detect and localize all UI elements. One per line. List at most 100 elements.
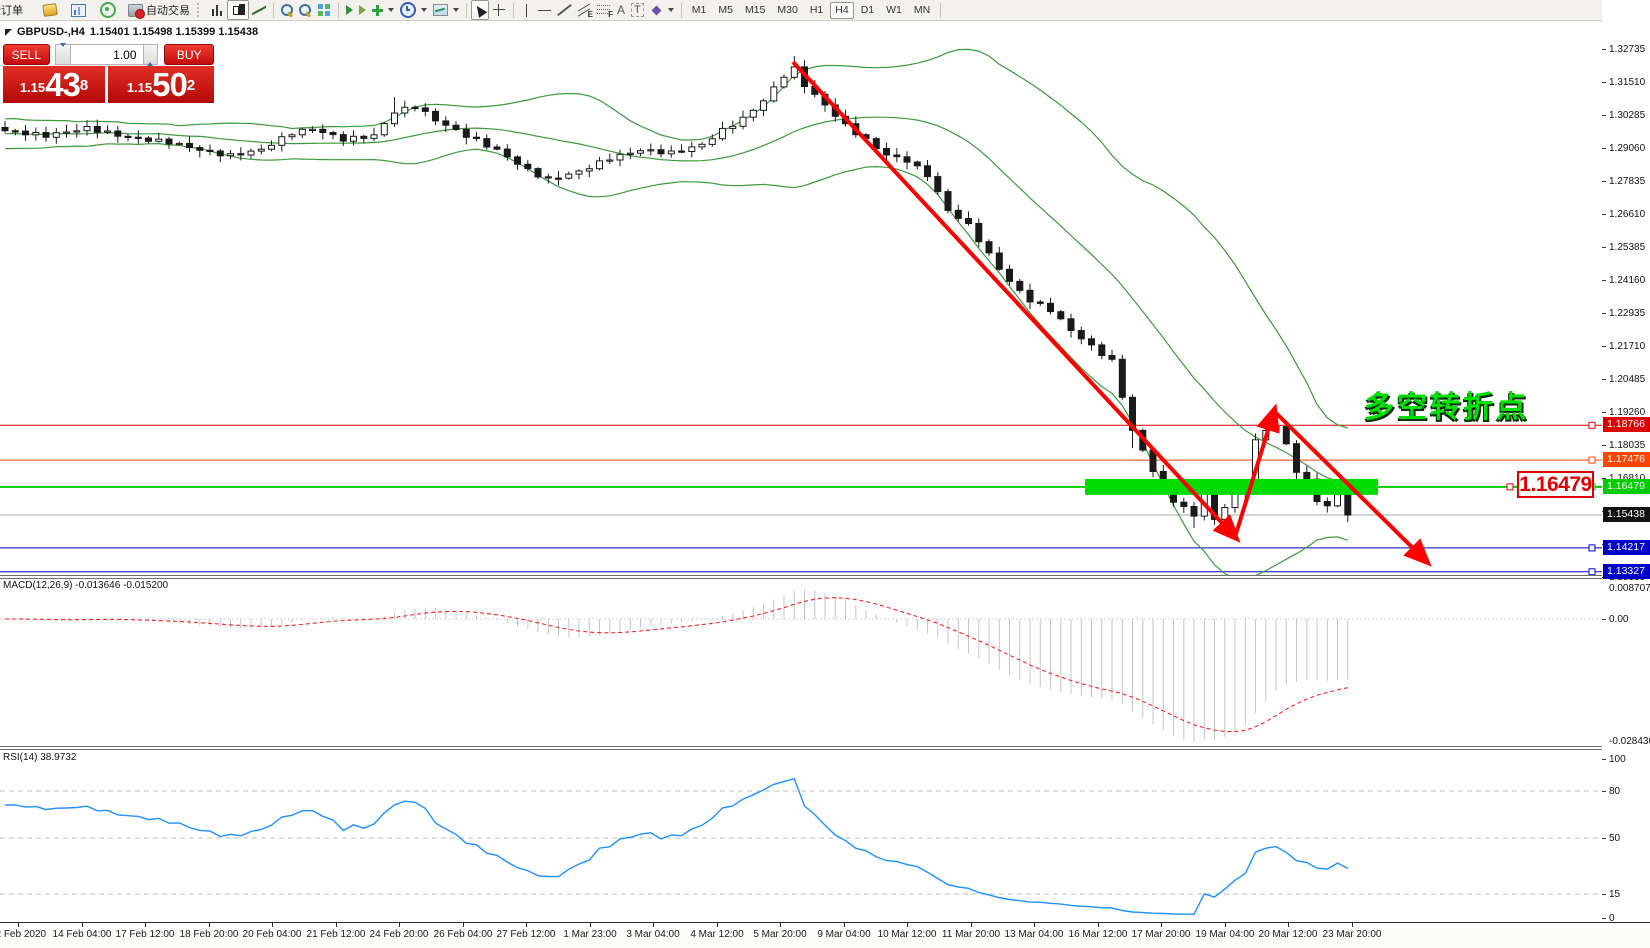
text-tool-icon: A — [617, 3, 625, 17]
zoom-in-icon — [281, 4, 293, 16]
time-axis-label: 27 Feb 12:00 — [497, 929, 556, 940]
timeframe-m1-button[interactable]: M1 — [687, 2, 712, 19]
buy-price-main: 50 — [152, 68, 187, 101]
chart-annotation-text[interactable]: 多空转折点 — [1364, 382, 1529, 426]
rsi-indicator-pane[interactable] — [0, 750, 1602, 922]
time-axis-label: 4 Mar 12:00 — [690, 929, 743, 940]
arrows-tool-icon — [651, 5, 661, 15]
main-price-chart[interactable] — [0, 21, 1602, 575]
timeframe-m30-button[interactable]: M30 — [772, 2, 802, 19]
timeframe-h1-button[interactable]: H1 — [805, 2, 828, 19]
periods-button[interactable] — [397, 1, 430, 19]
chart-ohlc-values: 1.15401 1.15498 1.15399 1.15438 — [90, 26, 258, 38]
time-axis-tick — [717, 923, 718, 927]
vertical-line-icon — [526, 4, 527, 17]
price-axis-tick: 1.25385 — [1602, 241, 1645, 253]
buy-price-prefix: 1.15 — [127, 75, 152, 101]
cursor-icon — [473, 3, 488, 18]
rsi-axis-tick: 100 — [1602, 753, 1626, 765]
timeframe-h4-button[interactable]: H4 — [830, 2, 853, 19]
new-chart-button[interactable] — [68, 1, 89, 19]
time-axis-label: 16 Mar 12:00 — [1069, 929, 1128, 940]
time-axis-label: 3 Mar 04:00 — [626, 929, 679, 940]
time-axis-label: 14 Feb 04:00 — [53, 929, 112, 940]
new-order-button[interactable]: 新订单 — [0, 1, 26, 19]
time-axis-label: 26 Feb 04:00 — [434, 929, 493, 940]
mt4-terminal-window: 新订单 自动交易 — [0, 0, 1650, 948]
vertical-line-tool-button[interactable] — [518, 1, 535, 19]
volume-input[interactable] — [71, 44, 143, 65]
time-axis-tick — [209, 923, 210, 927]
buy-price-display[interactable]: 1.15 50 2 — [108, 66, 214, 103]
time-axis-tick — [526, 923, 527, 927]
price-axis-tick: 1.30285 — [1602, 109, 1645, 121]
time-axis[interactable]: 12 Feb 2020 14 Feb 04:00 17 Feb 12:00 18… — [0, 922, 1650, 948]
cursor-tool-button[interactable] — [471, 0, 489, 20]
time-axis-label: 5 Mar 20:00 — [753, 929, 806, 940]
price-axis: 1.327351.315101.302851.290601.278351.266… — [1602, 0, 1650, 948]
volume-increase-button[interactable] — [143, 44, 159, 65]
timeframe-mn-button[interactable]: MN — [909, 2, 935, 19]
time-axis-label: 11 Mar 20:00 — [942, 929, 1000, 940]
price-callout-label[interactable]: 1.16479 — [1517, 471, 1594, 498]
arrows-tool-button[interactable] — [647, 1, 677, 19]
profile-icon — [42, 3, 58, 17]
text-label-tool-button[interactable]: T — [628, 1, 647, 19]
chevron-down-icon — [388, 8, 394, 12]
profiles-button[interactable] — [40, 1, 60, 19]
timeframe-m5-button[interactable]: M5 — [713, 2, 738, 19]
shift-chart-button[interactable] — [343, 1, 356, 19]
sell-button[interactable]: SELL — [3, 44, 50, 65]
price-level-badge: 1.15438 — [1603, 507, 1650, 522]
line-chart-button[interactable] — [249, 1, 269, 19]
auto-trading-icon — [128, 4, 143, 17]
crosshair-tool-button[interactable] — [489, 1, 509, 19]
horizontal-line-tool-button[interactable] — [535, 1, 554, 19]
tile-windows-button[interactable] — [314, 1, 334, 19]
candlestick-icon — [231, 3, 245, 17]
time-axis-tick — [1288, 923, 1289, 927]
time-axis-tick — [145, 923, 146, 927]
timeframe-m15-button[interactable]: M15 — [740, 2, 770, 19]
volume-decrease-button[interactable] — [55, 44, 71, 65]
time-axis-tick — [18, 923, 19, 927]
zoom-out-button[interactable] — [296, 1, 314, 19]
bar-chart-button[interactable] — [207, 1, 227, 19]
timeframe-d1-button[interactable]: D1 — [856, 2, 879, 19]
fibonacci-tool-button[interactable]: F — [594, 1, 614, 19]
timeframe-w1-button[interactable]: W1 — [881, 2, 907, 19]
auto-scroll-button[interactable] — [356, 1, 369, 19]
time-axis-tick — [82, 923, 83, 927]
candlestick-chart-button[interactable] — [227, 0, 249, 20]
fibonacci-icon: F — [597, 3, 611, 17]
auto-trading-button[interactable]: 自动交易 — [125, 1, 193, 19]
time-axis-tick — [1034, 923, 1035, 927]
templates-button[interactable] — [430, 1, 462, 19]
signal-icon — [100, 2, 116, 18]
rsi-label: RSI(14) 38.9732 — [3, 752, 76, 763]
trendline-icon — [557, 3, 571, 17]
toolbar-separator — [681, 3, 682, 18]
toolbar-separator — [513, 3, 514, 18]
auto-scroll-icon — [359, 5, 366, 15]
sell-price-main: 43 — [45, 68, 80, 101]
time-axis-label: 17 Feb 12:00 — [116, 929, 175, 940]
tile-windows-icon — [317, 3, 331, 17]
sell-price-display[interactable]: 1.15 43 8 — [3, 66, 105, 103]
time-axis-label: 17 Mar 20:00 — [1132, 929, 1191, 940]
trendline-tool-button[interactable] — [554, 1, 574, 19]
rsi-axis-tick: 15 — [1602, 888, 1620, 900]
one-click-trading-panel: SELL BUY 1.15 43 8 1.15 50 2 — [3, 44, 214, 103]
strategy-tester-button[interactable] — [97, 1, 119, 19]
price-axis-tick: 1.22935 — [1602, 307, 1645, 319]
zoom-in-button[interactable] — [278, 1, 296, 19]
macd-label: MACD(12,26,9) -0.013646 -0.015200 — [3, 580, 168, 591]
shift-chart-icon — [346, 5, 353, 15]
buy-button[interactable]: BUY — [164, 44, 214, 65]
toolbar-grip — [197, 3, 203, 17]
text-tool-button[interactable]: A — [614, 1, 628, 19]
add-indicator-button[interactable] — [369, 1, 397, 19]
channel-tool-button[interactable]: E — [574, 1, 594, 19]
time-axis-tick — [399, 923, 400, 927]
macd-indicator-pane[interactable] — [0, 579, 1602, 746]
